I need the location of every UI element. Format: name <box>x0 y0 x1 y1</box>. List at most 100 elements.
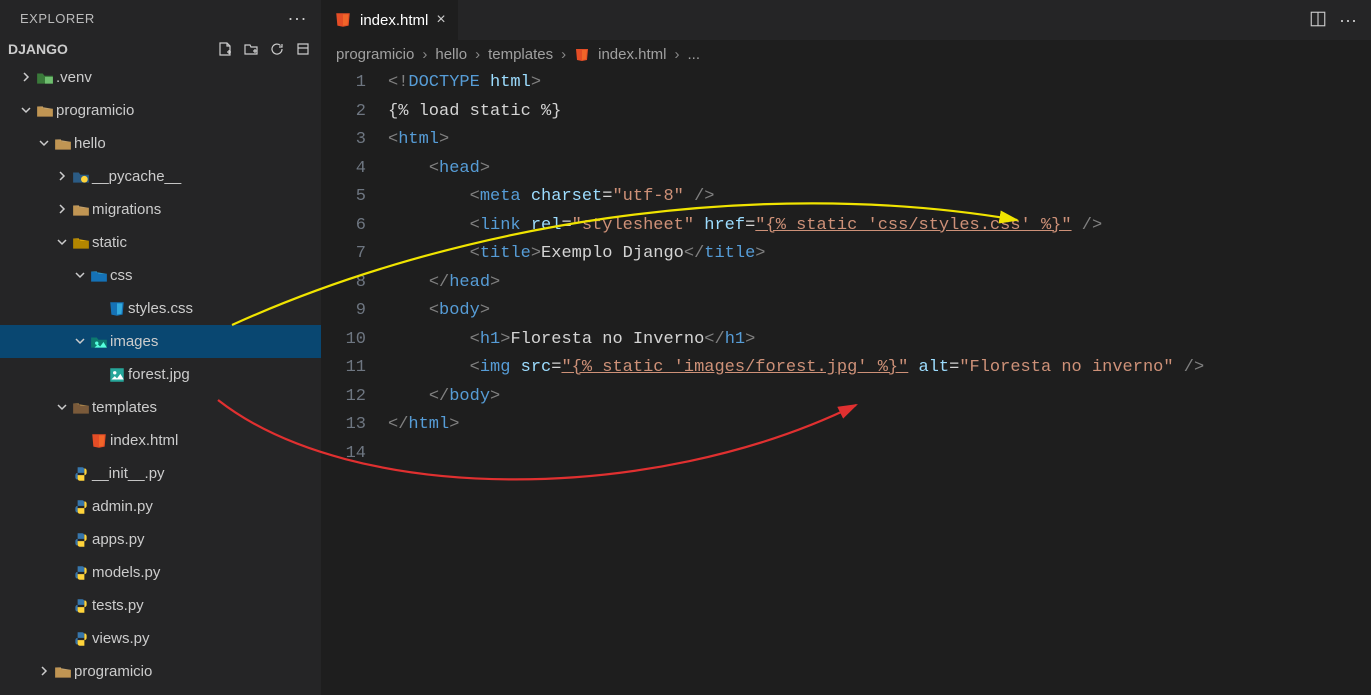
tree-item-views-py[interactable]: views.py <box>0 622 321 655</box>
tree-item-label: .venv <box>56 69 92 86</box>
breadcrumb-segment[interactable]: index.html <box>598 46 666 63</box>
code-area[interactable]: <!DOCTYPE html>{% load static %}<html> <… <box>388 69 1371 695</box>
editor[interactable]: 1234567891011121314 <!DOCTYPE html>{% lo… <box>322 69 1371 695</box>
breadcrumb-segment[interactable]: hello <box>435 46 467 63</box>
tree-item--venv[interactable]: .venv <box>0 61 321 94</box>
tab-label: index.html <box>360 12 428 29</box>
py-file-icon <box>70 564 92 582</box>
breadcrumb[interactable]: programicio›hello›templates›index.html›.… <box>322 40 1371 69</box>
explorer-title: EXPLORER <box>20 11 95 26</box>
tree-item-templates[interactable]: templates <box>0 391 321 424</box>
new-folder-icon[interactable] <box>243 41 259 57</box>
code-line[interactable]: <head> <box>388 155 1371 184</box>
chevron-down-icon <box>18 103 34 119</box>
code-line[interactable]: <!DOCTYPE html> <box>388 69 1371 98</box>
tree-item-static[interactable]: static <box>0 226 321 259</box>
code-line[interactable]: {% load static %} <box>388 98 1371 127</box>
folder-img-icon <box>88 333 110 351</box>
project-row[interactable]: DJANGO <box>0 37 321 61</box>
tree-item-label: index.html <box>110 432 178 449</box>
tab-index-html[interactable]: index.html × <box>322 0 459 40</box>
tree-item-programicio[interactable]: programicio <box>0 94 321 127</box>
breadcrumb-segment[interactable]: templates <box>488 46 553 63</box>
tree-item-migrations[interactable]: migrations <box>0 193 321 226</box>
folder-icon <box>34 102 56 120</box>
code-line[interactable]: <html> <box>388 126 1371 155</box>
chevron-down-icon <box>54 400 70 416</box>
tree-item-label: templates <box>92 399 157 416</box>
py-file-icon <box>70 465 92 483</box>
tree-item-css[interactable]: css <box>0 259 321 292</box>
tree-item--pycache-[interactable]: __pycache__ <box>0 160 321 193</box>
main: index.html × ··· programicio › hello › templ… <box>322 0 1371 695</box>
project-name: DJANGO <box>8 41 68 57</box>
chevron-right-icon: › <box>475 46 480 63</box>
tree-item-label: tests.py <box>92 597 144 614</box>
breadcrumb-segment[interactable]: ... <box>688 46 701 63</box>
folder-green-icon <box>34 69 56 87</box>
sidebar: EXPLORER ··· DJANGO .venv programicio hell… <box>0 0 322 695</box>
folder-icon <box>52 135 74 153</box>
tree-item-tests-py[interactable]: tests.py <box>0 589 321 622</box>
tree-item-index-html[interactable]: index.html <box>0 424 321 457</box>
tree-item-styles-css[interactable]: styles.css <box>0 292 321 325</box>
code-line[interactable]: <link rel="stylesheet" href="{% static '… <box>388 212 1371 241</box>
py-file-icon <box>70 531 92 549</box>
close-icon[interactable]: × <box>436 11 445 29</box>
tree-item-label: programicio <box>56 102 134 119</box>
html-file-icon <box>88 432 110 450</box>
folder-yellow-icon <box>70 234 92 252</box>
py-file-icon <box>70 630 92 648</box>
folder-icon <box>52 663 74 681</box>
code-line[interactable]: </body> <box>388 383 1371 412</box>
code-line[interactable]: <title>Exemplo Django</title> <box>388 240 1371 269</box>
tree-item-label: __init__.py <box>92 465 165 482</box>
img-file-icon <box>106 366 128 384</box>
chevron-right-icon: › <box>675 46 680 63</box>
folder-css-icon <box>88 267 110 285</box>
tree-item-label: admin.py <box>92 498 153 515</box>
tree-item-label: __pycache__ <box>92 168 181 185</box>
tree-item-label: programicio <box>74 663 152 680</box>
tree-item-label: forest.jpg <box>128 366 190 383</box>
line-gutter: 1234567891011121314 <box>322 69 388 695</box>
chevron-right-icon <box>54 202 70 218</box>
tree-item-label: hello <box>74 135 106 152</box>
chevron-right-icon <box>54 169 70 185</box>
explorer-header: EXPLORER ··· <box>0 0 321 37</box>
chevron-down-icon <box>72 334 88 350</box>
html-file-icon <box>574 46 590 63</box>
tree-item-images[interactable]: images <box>0 325 321 358</box>
code-line[interactable]: </head> <box>388 269 1371 298</box>
code-line[interactable] <box>388 440 1371 469</box>
breadcrumb-segment[interactable]: programicio <box>336 46 414 63</box>
code-line[interactable]: <img src="{% static 'images/forest.jpg' … <box>388 354 1371 383</box>
tree-item-apps-py[interactable]: apps.py <box>0 523 321 556</box>
folder-tpl-icon <box>70 399 92 417</box>
tree-item-label: styles.css <box>128 300 193 317</box>
more-icon[interactable]: ··· <box>1339 10 1357 31</box>
code-line[interactable]: <body> <box>388 297 1371 326</box>
code-line[interactable]: <h1>Floresta no Inverno</h1> <box>388 326 1371 355</box>
code-line[interactable]: </html> <box>388 411 1371 440</box>
folder-py-icon <box>70 168 92 186</box>
tree-item-label: apps.py <box>92 531 145 548</box>
chevron-right-icon: › <box>561 46 566 63</box>
tree-item--init-py[interactable]: __init__.py <box>0 457 321 490</box>
collapse-icon[interactable] <box>295 41 311 57</box>
tree-item-admin-py[interactable]: admin.py <box>0 490 321 523</box>
folder-icon <box>70 201 92 219</box>
file-tree: .venv programicio hello __pycache__ migratio… <box>0 61 321 695</box>
more-icon[interactable]: ··· <box>288 8 307 29</box>
tree-item-forest-jpg[interactable]: forest.jpg <box>0 358 321 391</box>
html-file-icon <box>334 11 352 29</box>
refresh-icon[interactable] <box>269 41 285 57</box>
tree-item-programicio[interactable]: programicio <box>0 655 321 688</box>
code-line[interactable]: <meta charset="utf-8" /> <box>388 183 1371 212</box>
tree-item-label: models.py <box>92 564 160 581</box>
split-editor-icon[interactable] <box>1309 10 1327 28</box>
tree-item-models-py[interactable]: models.py <box>0 556 321 589</box>
tree-item-hello[interactable]: hello <box>0 127 321 160</box>
new-file-icon[interactable] <box>217 41 233 57</box>
tree-item-label: migrations <box>92 201 161 218</box>
